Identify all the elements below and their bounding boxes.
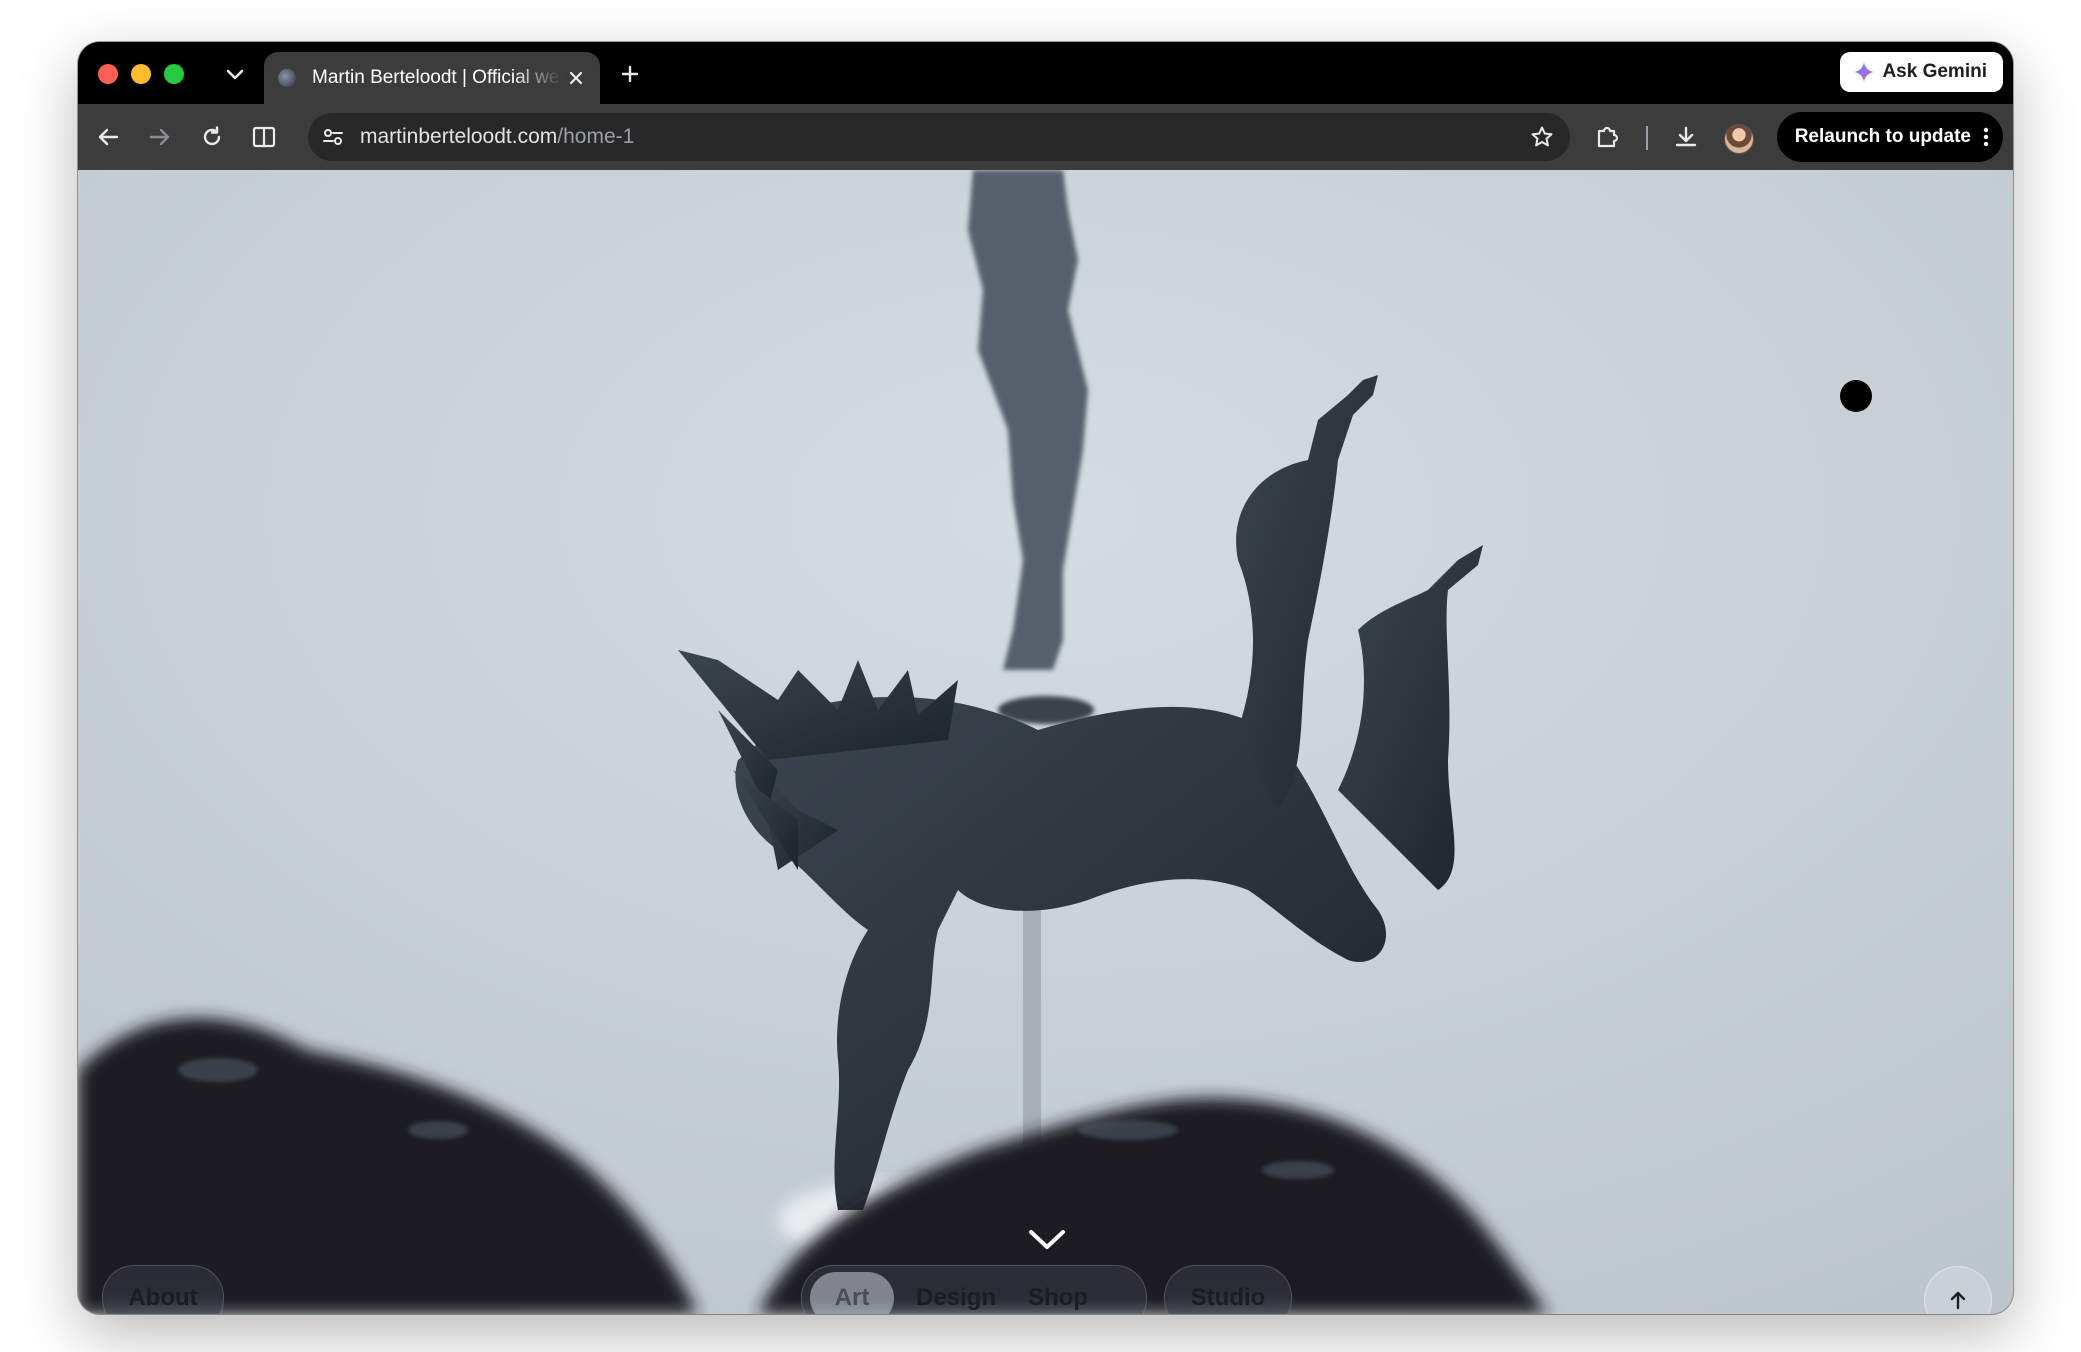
tab-title: Martin Berteloodt | Official website [312, 67, 562, 88]
ask-gemini-button[interactable]: Ask Gemini [1840, 52, 2003, 92]
star-icon [1531, 126, 1553, 147]
chevron-down-icon[interactable] [1028, 1228, 1066, 1252]
downloads-button[interactable] [1668, 119, 1704, 155]
url-domain: martinberteloodt.com [360, 125, 558, 148]
relaunch-to-update-button[interactable]: Relaunch to update [1776, 112, 2003, 162]
site-info-button[interactable] [318, 122, 348, 152]
arrow-left-icon [98, 128, 119, 146]
nav-item-art[interactable]: Art [810, 1272, 894, 1314]
site-favicon-icon [278, 69, 296, 87]
url-path: /home-1 [557, 125, 635, 148]
tab-strip: Martin Berteloodt | Official website Ask… [78, 42, 2013, 104]
url-text: martinberteloodt.com/home-1 [360, 125, 634, 149]
close-tab-button[interactable] [564, 66, 588, 90]
download-icon [1675, 126, 1697, 147]
bookmark-button[interactable] [1528, 123, 1556, 151]
tab-search-button[interactable] [220, 60, 250, 90]
forward-button[interactable] [142, 119, 178, 155]
back-button[interactable] [90, 119, 126, 155]
about-button[interactable]: About [102, 1265, 224, 1314]
kebab-icon [1983, 127, 1989, 147]
chevron-down-icon [226, 69, 244, 80]
close-window-button[interactable] [98, 64, 118, 84]
hero-sculpture-image [78, 170, 2013, 1314]
arrow-right-icon [149, 128, 170, 146]
extensions-button[interactable] [1590, 119, 1626, 155]
studio-button[interactable]: Studio [1164, 1265, 1292, 1314]
new-tab-button[interactable] [614, 58, 646, 90]
split-view-button[interactable] [246, 119, 282, 155]
nav-item-design[interactable]: Design [906, 1272, 1006, 1314]
reload-button[interactable] [194, 119, 230, 155]
nav-item-shop[interactable]: Shop [1016, 1272, 1100, 1314]
split-view-icon [252, 126, 276, 148]
browser-window: Martin Berteloodt | Official website Ask… [78, 42, 2013, 1314]
maximize-window-button[interactable] [164, 64, 184, 84]
puzzle-icon [1597, 126, 1619, 148]
toolbar-divider [1646, 126, 1648, 150]
reload-icon [203, 126, 221, 146]
close-icon [569, 71, 583, 85]
browser-tab[interactable]: Martin Berteloodt | Official website [264, 52, 600, 104]
address-bar[interactable]: martinberteloodt.com/home-1 [308, 113, 1570, 161]
arrow-up-icon [1950, 1291, 1966, 1310]
browser-toolbar: martinberteloodt.com/home-1 Relaunch to … [78, 104, 2013, 170]
custom-cursor-dot [1840, 380, 1872, 412]
main-nav: Art Design Shop [801, 1265, 1147, 1314]
profile-avatar[interactable] [1724, 124, 1754, 154]
gemini-sparkle-icon [1854, 62, 1875, 82]
relaunch-label: Relaunch to update [1794, 126, 1971, 147]
page-viewport: About Art Design Shop Studio [78, 170, 2013, 1314]
plus-icon [621, 65, 639, 83]
tune-icon [323, 129, 343, 145]
ask-gemini-label: Ask Gemini [1882, 61, 1987, 82]
minimize-window-button[interactable] [131, 64, 151, 84]
